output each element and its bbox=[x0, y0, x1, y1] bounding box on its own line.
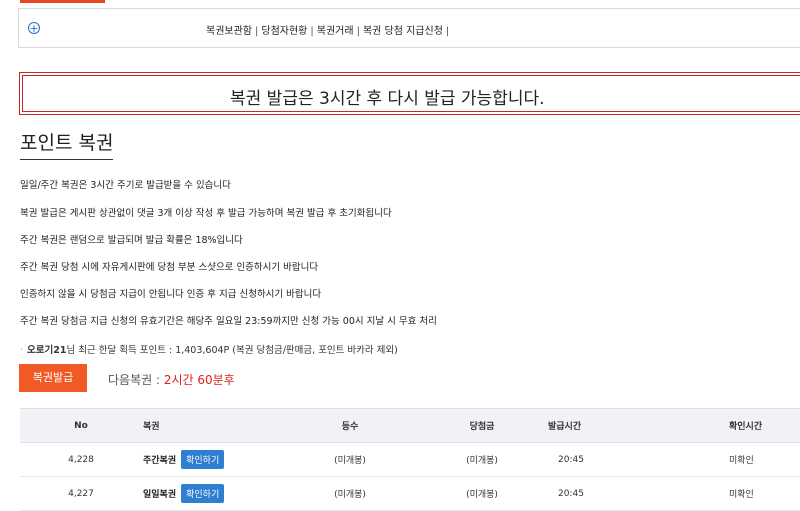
row-grade: (미개봉) bbox=[274, 476, 426, 511]
nav-separator: | bbox=[356, 26, 360, 37]
table-row: 4,227 일일복권 확인하기 (미개봉) (미개봉) 20:45 미확인 bbox=[20, 476, 800, 511]
next-lottery-label: 다음복권 : bbox=[108, 373, 164, 387]
check-ticket-button[interactable]: 확인하기 bbox=[181, 484, 225, 503]
row-prize: (미개봉) bbox=[426, 442, 538, 477]
row-checked-status: 미확인 bbox=[659, 442, 800, 477]
table-row: 4,228 주간복권 확인하기 (미개봉) (미개봉) 20:45 미확인 bbox=[20, 442, 800, 477]
row-ticket: 주간복권 확인하기 bbox=[142, 442, 274, 477]
row-no: 4,228 bbox=[20, 442, 142, 477]
info-line: 인증하지 않을 시 당첨금 지급이 안됩니다 인증 후 지급 신청하시기 바랍니… bbox=[20, 289, 322, 300]
row-issued-time: 20:45 bbox=[538, 476, 659, 511]
row-checked-status: 미확인 bbox=[659, 476, 800, 511]
alert-box: 복권 발급은 3시간 후 다시 발급 가능합니다. bbox=[19, 72, 800, 115]
lottery-table: No 복권 등수 당첨금 발급시간 확인시간 4,228 주간복권 확인하기 (미… bbox=[20, 408, 800, 511]
ticket-name: 일일복권 bbox=[143, 490, 177, 500]
col-grade: 등수 bbox=[274, 408, 426, 443]
nav-separator: | bbox=[310, 26, 314, 37]
info-line: 주간 복권 당첨금 지급 신청의 유효기간은 해당주 일요일 23:59까지만 … bbox=[20, 316, 437, 327]
col-checked-time: 확인시간 bbox=[659, 408, 800, 443]
issue-lottery-button[interactable]: 복권발급 bbox=[19, 364, 87, 392]
info-line: 일일/주간 복권은 3시간 주기로 발급받을 수 있습니다 bbox=[20, 180, 231, 191]
row-grade: (미개봉) bbox=[274, 442, 426, 477]
nav-link-prize-claim[interactable]: 복권 당첨 지급신청 bbox=[363, 26, 443, 37]
table-header-row: No 복권 등수 당첨금 발급시간 확인시간 bbox=[20, 408, 800, 443]
info-line: 복권 발급은 게시판 상관없이 댓글 3개 이상 작성 후 발급 가능하며 복권… bbox=[20, 208, 392, 219]
col-prize: 당첨금 bbox=[426, 408, 538, 443]
info-line: 주간 복권은 랜덤으로 발급되며 발급 확률은 18%입니다 bbox=[20, 235, 243, 246]
row-ticket: 일일복권 확인하기 bbox=[142, 476, 274, 511]
nav-link-winners[interactable]: 당첨자현황 bbox=[261, 26, 307, 37]
monthly-points-summary: · 오로기21님 최근 한달 획득 포인트 : 1,403,604P (복권 당첨… bbox=[20, 342, 398, 356]
next-lottery-value: 2시간 60분후 bbox=[163, 373, 235, 387]
alert-message: 복권 발급은 3시간 후 다시 발급 가능합니다. bbox=[230, 89, 545, 109]
check-ticket-button[interactable]: 확인하기 bbox=[181, 450, 225, 469]
nav-separator: | bbox=[255, 26, 259, 37]
row-prize: (미개봉) bbox=[426, 476, 538, 511]
row-no: 4,227 bbox=[20, 476, 142, 511]
col-issued-time: 발급시간 bbox=[538, 408, 659, 443]
lottery-nav-links: 복권보관함 | 당첨자현황 | 복권거래 | 복권 당첨 지급신청 | bbox=[206, 22, 452, 37]
nav-link-lottery-trade[interactable]: 복권거래 bbox=[317, 26, 354, 37]
expand-plus-icon[interactable]: + bbox=[28, 22, 40, 34]
col-ticket: 복권 bbox=[142, 408, 274, 443]
nav-link-lottery-storage[interactable]: 복권보관함 bbox=[206, 26, 252, 37]
nav-separator: | bbox=[445, 26, 450, 37]
points-text: 님 최근 한달 획득 포인트 : 1,403,604P (복권 당첨금/판매금,… bbox=[66, 345, 398, 356]
active-tab-indicator bbox=[20, 0, 105, 3]
col-no: No bbox=[20, 408, 142, 443]
username: 오로기21 bbox=[27, 345, 67, 356]
next-lottery-timer: 다음복권 : 2시간 60분후 bbox=[108, 371, 235, 388]
lottery-nav-bar: + 복권보관함 | 당첨자현황 | 복권거래 | 복권 당첨 지급신청 | bbox=[18, 8, 800, 48]
info-line: 주간 복권 당첨 시에 자유게시판에 당첨 부분 스샷으로 인증하시기 바랍니다 bbox=[20, 262, 319, 273]
page-title: 포인트 복권 bbox=[20, 128, 114, 160]
ticket-name: 주간복권 bbox=[143, 456, 177, 466]
bullet-dot: · bbox=[20, 345, 24, 356]
row-issued-time: 20:45 bbox=[538, 442, 659, 477]
